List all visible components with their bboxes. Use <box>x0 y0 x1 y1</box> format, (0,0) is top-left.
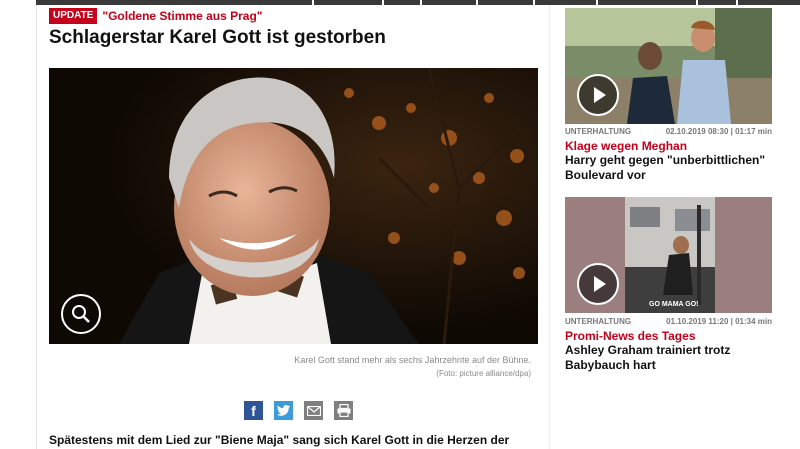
email-share-button[interactable] <box>304 401 323 420</box>
card-meta: UNTERHALTUNG 02.10.2019 08:30 | 01:17 mi… <box>565 127 772 136</box>
print-icon <box>337 404 350 417</box>
facebook-share-button[interactable]: f <box>244 401 263 420</box>
card-category: UNTERHALTUNG <box>565 317 632 326</box>
page-border <box>36 5 37 449</box>
facebook-icon: f <box>251 402 256 419</box>
card-category: UNTERHALTUNG <box>565 127 632 136</box>
photo-credit: (Foto: picture alliance/dpa) <box>436 369 531 378</box>
article-kicker: UPDATE "Goldene Stimme aus Prag" <box>49 8 262 24</box>
card-kicker[interactable]: Promi-News des Tages <box>565 329 696 343</box>
hero-photo <box>49 68 538 344</box>
zoom-button[interactable] <box>61 294 101 334</box>
caption-text: Karel Gott stand mehr als sechs Jahrzehn… <box>294 355 531 365</box>
hero-image[interactable] <box>49 68 538 344</box>
column-divider <box>549 5 550 449</box>
magnifier-icon <box>72 305 90 323</box>
update-badge: UPDATE <box>49 8 98 24</box>
kicker-text: "Goldene Stimme aus Prag" <box>102 9 263 23</box>
mail-icon <box>306 405 321 416</box>
card-kicker[interactable]: Klage wegen Meghan <box>565 139 687 153</box>
twitter-icon <box>277 405 290 416</box>
card-title[interactable]: Harry geht gegen "unberbittlichen" Boule… <box>565 153 780 183</box>
video-thumbnail[interactable]: GO MAMA GO! <box>565 197 772 313</box>
card-meta: UNTERHALTUNG 01.10.2019 11:20 | 01:34 mi… <box>565 317 772 326</box>
top-nav-bar[interactable] <box>36 0 800 5</box>
twitter-share-button[interactable] <box>274 401 293 420</box>
share-bar: f <box>244 401 353 420</box>
thumbnail-overlay-text: GO MAMA GO! <box>649 301 699 308</box>
card-title[interactable]: Ashley Graham trainiert trotz Babybauch … <box>565 343 780 373</box>
play-button[interactable] <box>577 74 619 116</box>
play-button[interactable] <box>577 263 619 305</box>
card-timestamp: 01.10.2019 11:20 | 01:34 min <box>666 317 772 326</box>
article-headline: Schlagerstar Karel Gott ist gestorben <box>49 27 386 48</box>
card-timestamp: 02.10.2019 08:30 | 01:17 min <box>665 127 772 136</box>
article-body-first-line: Spätestens mit dem Lied zur "Biene Maja"… <box>49 433 510 447</box>
video-thumbnail[interactable] <box>565 8 772 124</box>
image-caption: Karel Gott stand mehr als sechs Jahrzehn… <box>49 354 531 380</box>
print-button[interactable] <box>334 401 353 420</box>
